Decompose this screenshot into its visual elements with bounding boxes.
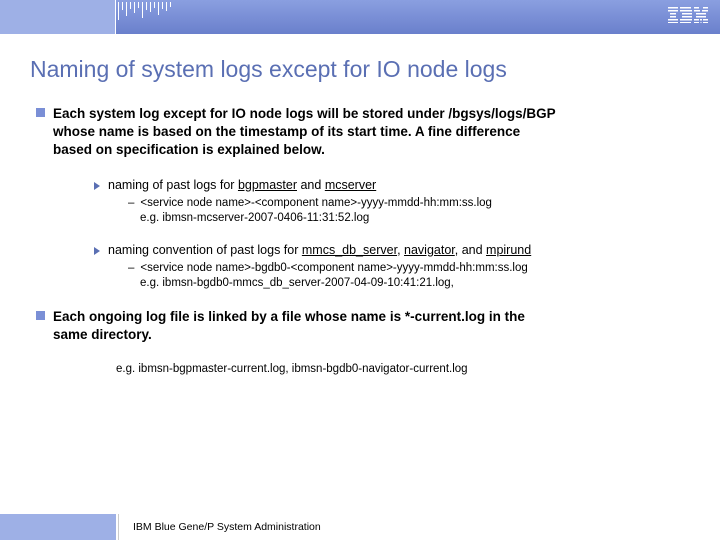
square-bullet-icon [36,311,45,320]
slide-title: Naming of system logs except for IO node… [30,56,690,83]
footer-separator [118,514,119,540]
ibm-logo-icon [668,7,708,23]
header-ticks [118,0,171,34]
arrow-bullet-icon [94,247,100,255]
slide-header [0,0,720,34]
sub-bullet-1: naming of past logs for bgpmaster and mc… [94,178,690,192]
sub-bullet-1-text: naming of past logs for bgpmaster and mc… [108,178,376,192]
example-block-final: e.g. ibmsn-bgpmaster-current.log, ibmsn-… [116,362,690,378]
main-bullet-1-text: Each system log except for IO node logs … [53,105,556,160]
main-bullet-2-text: Each ongoing log file is linked by a fil… [53,308,525,344]
square-bullet-icon [36,108,45,117]
detail-block-1: –<service node name>-<component name>-yy… [128,196,690,227]
main-bullet-2: Each ongoing log file is linked by a fil… [36,308,690,344]
slide-footer: IBM Blue Gene/P System Administration [0,514,720,540]
footer-text: IBM Blue Gene/P System Administration [133,521,321,533]
sub-bullet-2: naming convention of past logs for mmcs_… [94,243,690,257]
header-accent-box [0,0,116,34]
sub-bullet-2-text: naming convention of past logs for mmcs_… [108,243,531,257]
main-bullet-1: Each system log except for IO node logs … [36,105,690,160]
detail-block-2: –<service node name>-bgdb0-<component na… [128,261,690,292]
footer-accent-box [0,514,116,540]
arrow-bullet-icon [94,182,100,190]
slide-content: Naming of system logs except for IO node… [0,34,720,378]
